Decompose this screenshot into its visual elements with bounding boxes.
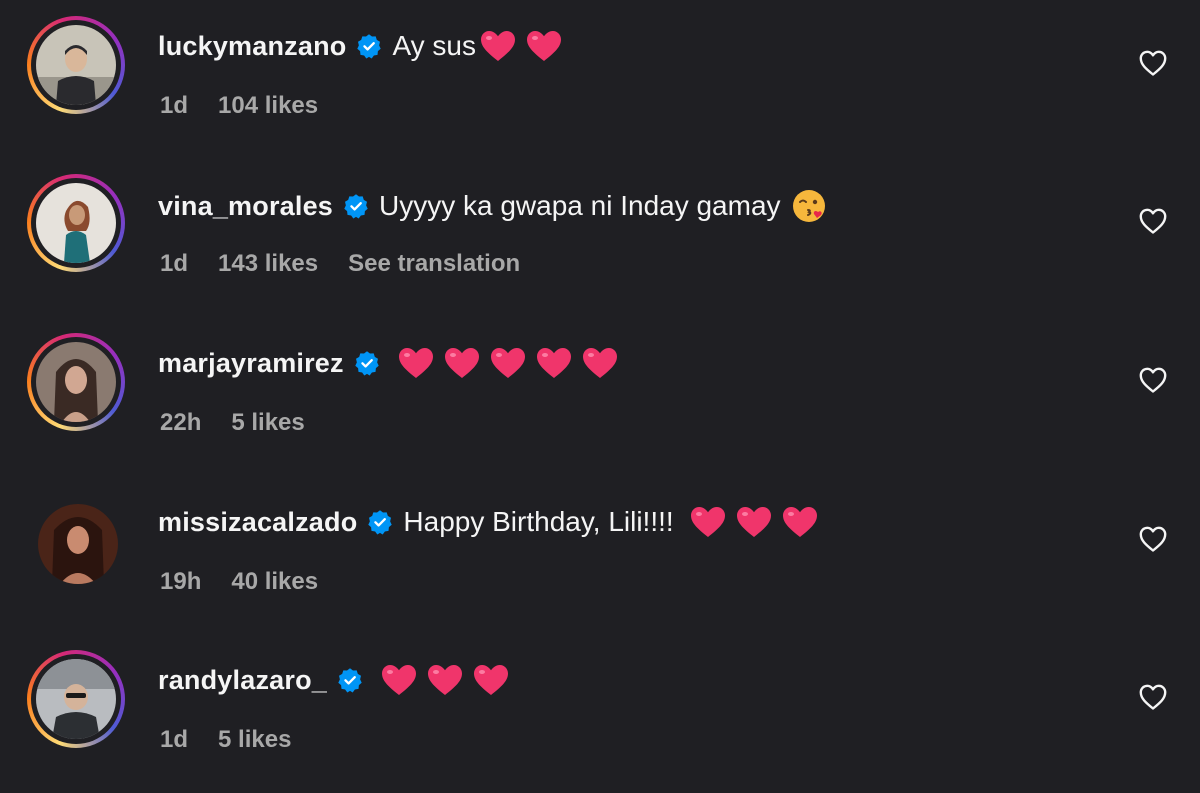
heart-emoji-icon: [526, 30, 562, 62]
comment-item: missizacalzado Happy Birthday, Lili!!!! …: [0, 476, 1200, 634]
likes-count[interactable]: 5 likes: [231, 409, 304, 437]
verified-badge-icon: [354, 350, 380, 376]
face-blowing-kiss-emoji-icon: [791, 188, 827, 224]
comment-time[interactable]: 22h: [160, 409, 201, 437]
comment-text: Uyyyy ka gwapa ni Inday gamay: [379, 190, 781, 221]
username[interactable]: randylazaro_: [158, 665, 327, 696]
see-translation-link[interactable]: See translation: [348, 250, 520, 278]
comment-time[interactable]: 1d: [160, 250, 188, 278]
avatar[interactable]: [36, 25, 116, 105]
like-heart-icon[interactable]: [1138, 48, 1168, 78]
heart-emoji-icon: [381, 664, 417, 696]
comment-item: marjayramirez 22h 5 likes: [0, 317, 1200, 475]
avatar[interactable]: [38, 504, 118, 584]
like-heart-icon[interactable]: [1138, 524, 1168, 554]
heart-emoji-icon: [473, 664, 509, 696]
username[interactable]: missizacalzado: [158, 507, 357, 538]
avatar[interactable]: [36, 183, 116, 263]
heart-emoji-icon: [427, 664, 463, 696]
story-ring[interactable]: [27, 333, 125, 431]
like-heart-icon[interactable]: [1138, 365, 1168, 395]
verified-badge-icon: [367, 509, 393, 535]
emoji-row: [381, 664, 519, 696]
username[interactable]: marjayramirez: [158, 348, 344, 379]
comment-text: Ay sus: [392, 30, 476, 61]
heart-emoji-icon: [582, 347, 618, 379]
heart-emoji-icon: [398, 347, 434, 379]
like-heart-icon[interactable]: [1138, 682, 1168, 712]
comment-text: Happy Birthday, Lili!!!!: [403, 506, 674, 537]
heart-emoji-icon: [480, 30, 516, 62]
comment-item: luckymanzano Ay sus 1d 104 likes: [0, 0, 1200, 158]
username[interactable]: vina_morales: [158, 191, 333, 222]
comment-time[interactable]: 19h: [160, 568, 201, 596]
avatar-wrapper[interactable]: [38, 504, 118, 584]
comment-list: luckymanzano Ay sus 1d 104 likes vina_mo…: [0, 0, 1200, 793]
verified-badge-icon: [337, 667, 363, 693]
emoji-row: [480, 30, 572, 62]
heart-emoji-icon: [782, 506, 818, 538]
heart-emoji-icon: [736, 506, 772, 538]
story-ring[interactable]: [27, 650, 125, 748]
verified-badge-icon: [356, 33, 382, 59]
like-heart-icon[interactable]: [1138, 206, 1168, 236]
likes-count[interactable]: 5 likes: [218, 726, 291, 754]
comment-item: vina_morales Uyyyy ka gwapa ni Inday gam…: [0, 158, 1200, 316]
verified-badge-icon: [343, 193, 369, 219]
comment-item: randylazaro_ 1d 5 likes: [0, 634, 1200, 792]
heart-emoji-icon: [444, 347, 480, 379]
avatar[interactable]: [36, 342, 116, 422]
emoji-row: [690, 506, 828, 538]
avatar[interactable]: [36, 659, 116, 739]
comment-time[interactable]: 1d: [160, 92, 188, 120]
comment-time[interactable]: 1d: [160, 726, 188, 754]
heart-emoji-icon: [536, 347, 572, 379]
likes-count[interactable]: 143 likes: [218, 250, 318, 278]
username[interactable]: luckymanzano: [158, 31, 346, 62]
likes-count[interactable]: 40 likes: [231, 568, 318, 596]
heart-emoji-icon: [690, 506, 726, 538]
story-ring[interactable]: [27, 16, 125, 114]
story-ring[interactable]: [27, 174, 125, 272]
likes-count[interactable]: 104 likes: [218, 92, 318, 120]
emoji-row: [398, 347, 628, 379]
heart-emoji-icon: [490, 347, 526, 379]
